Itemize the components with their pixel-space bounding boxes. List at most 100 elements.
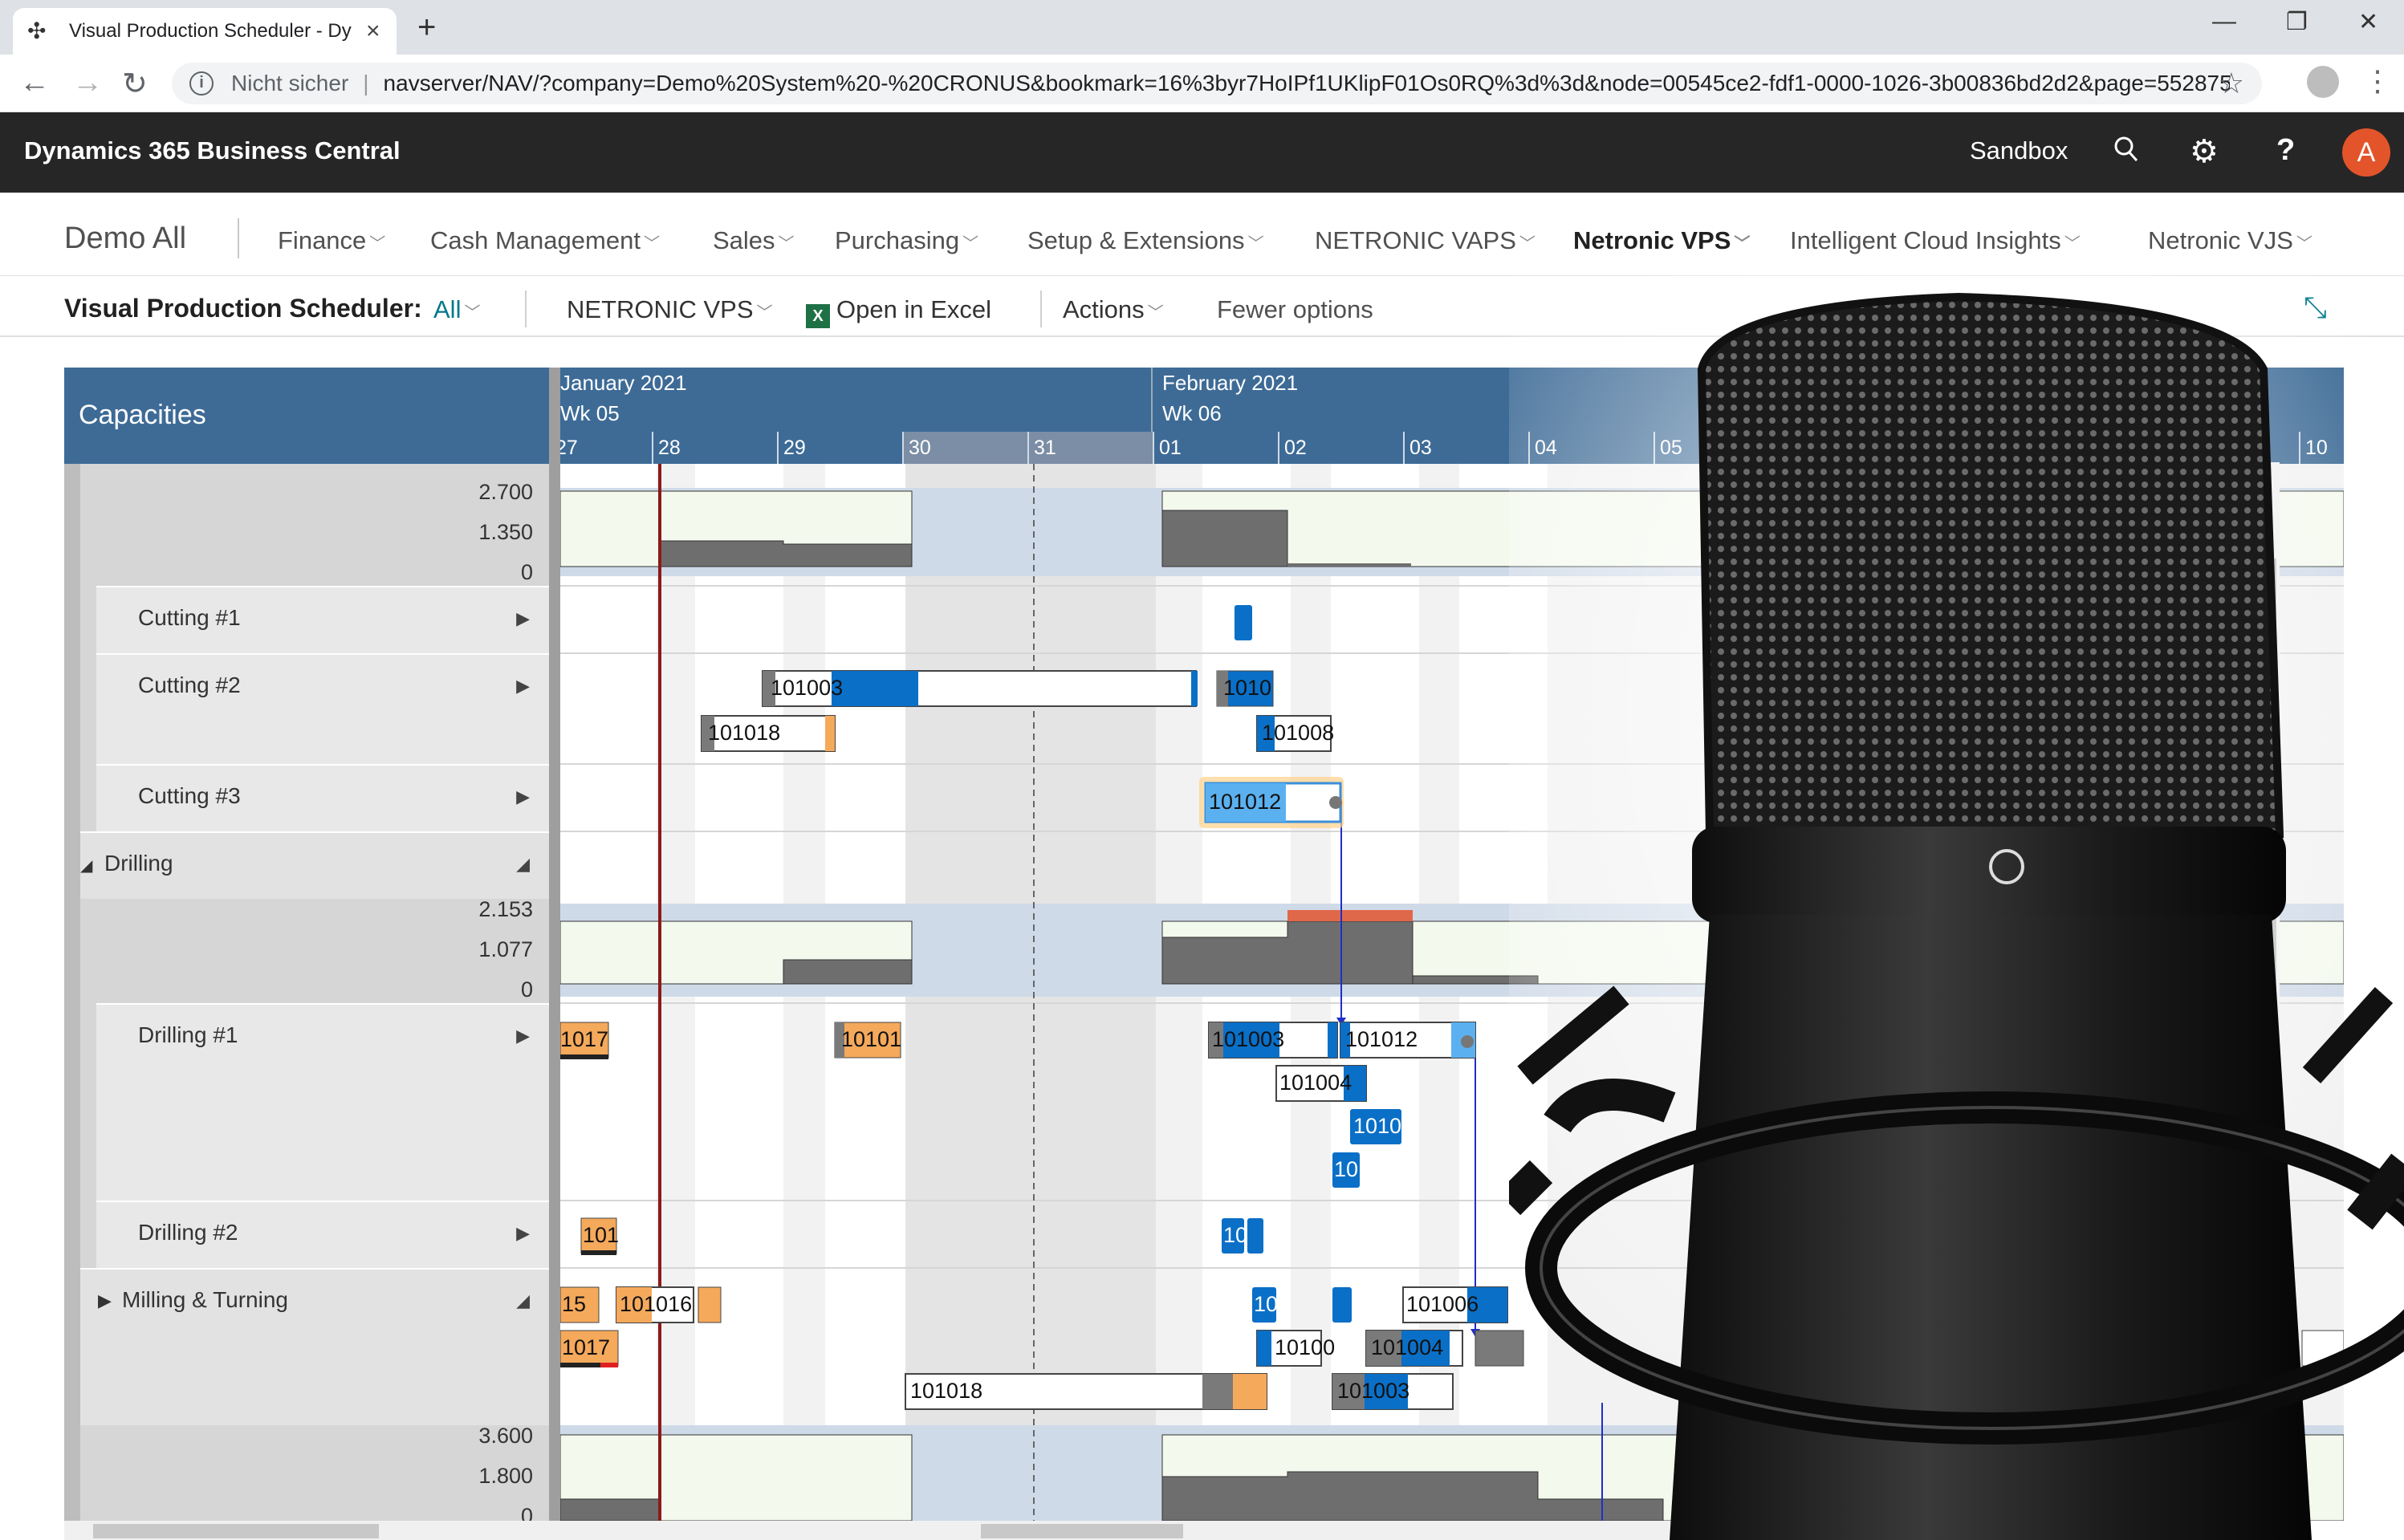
environment-label[interactable]: Sandbox bbox=[1970, 136, 2068, 165]
menu-label: NETRONIC VPS bbox=[567, 295, 754, 323]
resource-row-cutting-1[interactable]: Cutting #1 ▶ bbox=[96, 586, 549, 653]
bar-label[interactable]: 101004 bbox=[1279, 1071, 1352, 1095]
close-tab-icon[interactable]: × bbox=[366, 18, 380, 45]
nav-item-intelligent-cloud-insights[interactable]: Intelligent Cloud Insights ﹀ bbox=[1790, 226, 2081, 255]
bar-label[interactable]: 101003 bbox=[1337, 1379, 1409, 1404]
bar-label[interactable]: 10 bbox=[1254, 1292, 1278, 1317]
chevron-down-icon: ﹀ bbox=[2064, 235, 2081, 253]
nav-item-purchasing[interactable]: Purchasing ﹀ bbox=[835, 226, 978, 255]
expand-arrow-icon[interactable]: ▶ bbox=[516, 608, 530, 629]
expand-triangle-icon[interactable]: ▶ bbox=[98, 1290, 112, 1311]
back-icon[interactable]: ← bbox=[19, 66, 50, 100]
app-brand: Dynamics 365 Business Central bbox=[24, 136, 401, 165]
day-cell[interactable]: 28 bbox=[652, 432, 777, 464]
nav-item-finance[interactable]: Finance ﹀ bbox=[278, 226, 385, 255]
address-bar: ← → ↻ i Nicht sicher | navserver/NAV/?co… bbox=[0, 55, 2404, 112]
gear-icon[interactable]: ⚙ bbox=[2190, 133, 2219, 170]
bar-label[interactable]: 15 bbox=[562, 1292, 586, 1317]
nav-item-netronic-vjs[interactable]: Netronic VJS ﹀ bbox=[2148, 226, 2312, 255]
nav-item-netronic-vaps[interactable]: NETRONIC VAPS ﹀ bbox=[1315, 226, 1536, 255]
panel-stripe bbox=[64, 464, 80, 1540]
resource-panel-scrollbar[interactable] bbox=[64, 1521, 549, 1540]
company-name[interactable]: Demo All bbox=[64, 221, 186, 256]
bar-label[interactable]: 101004 bbox=[1371, 1335, 1443, 1360]
bar-label[interactable]: 1017 bbox=[560, 1027, 608, 1052]
minimize-icon[interactable]: — bbox=[2212, 8, 2236, 35]
profile-avatar-icon[interactable] bbox=[2307, 66, 2339, 98]
chevron-down-icon: ﹀ bbox=[778, 235, 795, 253]
bar-label[interactable]: 101018 bbox=[708, 721, 780, 746]
view-filter[interactable]: All ﹀ bbox=[433, 295, 480, 324]
expand-arrow-icon[interactable]: ▶ bbox=[516, 1223, 530, 1244]
browser-tab[interactable]: ✣ Visual Production Scheduler - Dy × bbox=[13, 8, 397, 55]
nav-item-setup-extensions[interactable]: Setup & Extensions ﹀ bbox=[1027, 226, 1264, 255]
bar-label[interactable]: 101006 bbox=[1406, 1292, 1479, 1317]
restore-icon[interactable]: ❐ bbox=[2286, 8, 2308, 36]
resource-row-drilling-1[interactable]: Drilling #1 ▶ bbox=[96, 1003, 549, 1201]
expand-arrow-icon[interactable]: ▶ bbox=[516, 1026, 530, 1046]
reload-icon[interactable]: ↻ bbox=[122, 66, 148, 102]
operation-bar bbox=[1247, 1218, 1263, 1254]
netronic-vps-menu[interactable]: NETRONIC VPS ﹀ bbox=[567, 295, 773, 324]
action-divider bbox=[1040, 291, 1042, 327]
day-cell[interactable]: 31 bbox=[1027, 432, 1153, 464]
day-cell[interactable]: 02 bbox=[1278, 432, 1403, 464]
scrollbar-thumb[interactable] bbox=[981, 1524, 1183, 1538]
bar-label[interactable]: 1010 bbox=[1353, 1114, 1401, 1139]
bar-label[interactable]: 10101 bbox=[841, 1027, 901, 1052]
scrollbar-thumb[interactable] bbox=[93, 1524, 379, 1538]
bar-label[interactable]: 101016 bbox=[620, 1292, 692, 1317]
resource-label: Cutting #3 bbox=[138, 783, 241, 808]
bar-label[interactable]: 101012 bbox=[1345, 1027, 1418, 1052]
fewer-options-button[interactable]: Fewer options bbox=[1217, 295, 1373, 324]
panel-splitter[interactable] bbox=[549, 368, 560, 1540]
resource-label: Milling & Turning bbox=[122, 1287, 288, 1312]
chevron-down-icon: ﹀ bbox=[962, 235, 979, 253]
collapse-triangle-icon[interactable]: ◢ bbox=[516, 854, 530, 875]
resource-row-cutting-2[interactable]: Cutting #2 ▶ bbox=[96, 653, 549, 764]
user-avatar[interactable]: A bbox=[2342, 128, 2390, 177]
axis-label: 0 bbox=[520, 977, 533, 1002]
collapse-triangle-icon[interactable]: ◢ bbox=[516, 1290, 530, 1311]
chevron-down-icon: ﹀ bbox=[2296, 235, 2312, 253]
bar-label[interactable]: 1010 bbox=[1223, 676, 1271, 701]
bar-label[interactable]: 101012 bbox=[1209, 790, 1281, 815]
forward-icon[interactable]: → bbox=[72, 66, 103, 100]
collapse-triangle-icon[interactable]: ◢ bbox=[80, 855, 92, 876]
day-cell[interactable]: 01 bbox=[1153, 432, 1278, 464]
bar-label[interactable]: 10 bbox=[1223, 1223, 1247, 1248]
day-cell[interactable]: 29 bbox=[777, 432, 902, 464]
bar-label[interactable]: 101003 bbox=[771, 676, 843, 701]
url-field[interactable]: i Nicht sicher | navserver/NAV/?company=… bbox=[172, 63, 2262, 104]
chevron-down-icon: ﹀ bbox=[369, 235, 386, 253]
close-window-icon[interactable]: ✕ bbox=[2358, 8, 2378, 36]
browser-tabbar: ✣ Visual Production Scheduler - Dy × + —… bbox=[0, 0, 2404, 55]
bookmark-star-icon[interactable]: ☆ bbox=[2219, 67, 2244, 100]
actions-menu[interactable]: Actions ﹀ bbox=[1063, 295, 1164, 324]
search-icon[interactable] bbox=[2113, 133, 2140, 173]
nav-item-sales[interactable]: Sales ﹀ bbox=[713, 226, 795, 255]
bar-label[interactable]: 101 bbox=[583, 1223, 619, 1248]
expand-arrow-icon[interactable]: ▶ bbox=[516, 676, 530, 697]
open-in-excel-button[interactable]: X Open in Excel bbox=[806, 295, 991, 328]
bar-label[interactable]: 1017 bbox=[562, 1335, 618, 1360]
day-cell[interactable]: 27 bbox=[549, 432, 652, 464]
info-icon[interactable]: i bbox=[189, 71, 214, 95]
resource-row-cutting-3[interactable]: Cutting #3 ▶ bbox=[96, 764, 549, 831]
nav-item-cash-management[interactable]: Cash Management ﹀ bbox=[430, 226, 660, 255]
browser-menu-icon[interactable]: ⋮ bbox=[2363, 64, 2392, 98]
resource-row-drilling-2[interactable]: Drilling #2 ▶ bbox=[96, 1201, 549, 1268]
bar-label[interactable]: 10100 bbox=[1275, 1335, 1335, 1360]
resource-group-drilling[interactable]: ◢ Drilling ◢ bbox=[80, 831, 549, 899]
nav-label: Intelligent Cloud Insights bbox=[1790, 226, 2061, 254]
nav-item-netronic-vps[interactable]: Netronic VPS ﹀ bbox=[1573, 226, 1750, 255]
day-cell[interactable]: 30 bbox=[902, 432, 1027, 464]
bar-label[interactable]: 101008 bbox=[1262, 721, 1334, 746]
bar-label[interactable]: 101018 bbox=[910, 1379, 982, 1404]
bar-label[interactable]: 101003 bbox=[1212, 1027, 1284, 1052]
bar-label[interactable]: 10 bbox=[1334, 1157, 1358, 1182]
expand-arrow-icon[interactable]: ▶ bbox=[516, 786, 530, 807]
resource-group-milling-turning[interactable]: ▶ Milling & Turning ◢ bbox=[80, 1268, 549, 1425]
new-tab-icon[interactable]: + bbox=[417, 10, 436, 46]
help-icon[interactable]: ? bbox=[2276, 133, 2295, 168]
